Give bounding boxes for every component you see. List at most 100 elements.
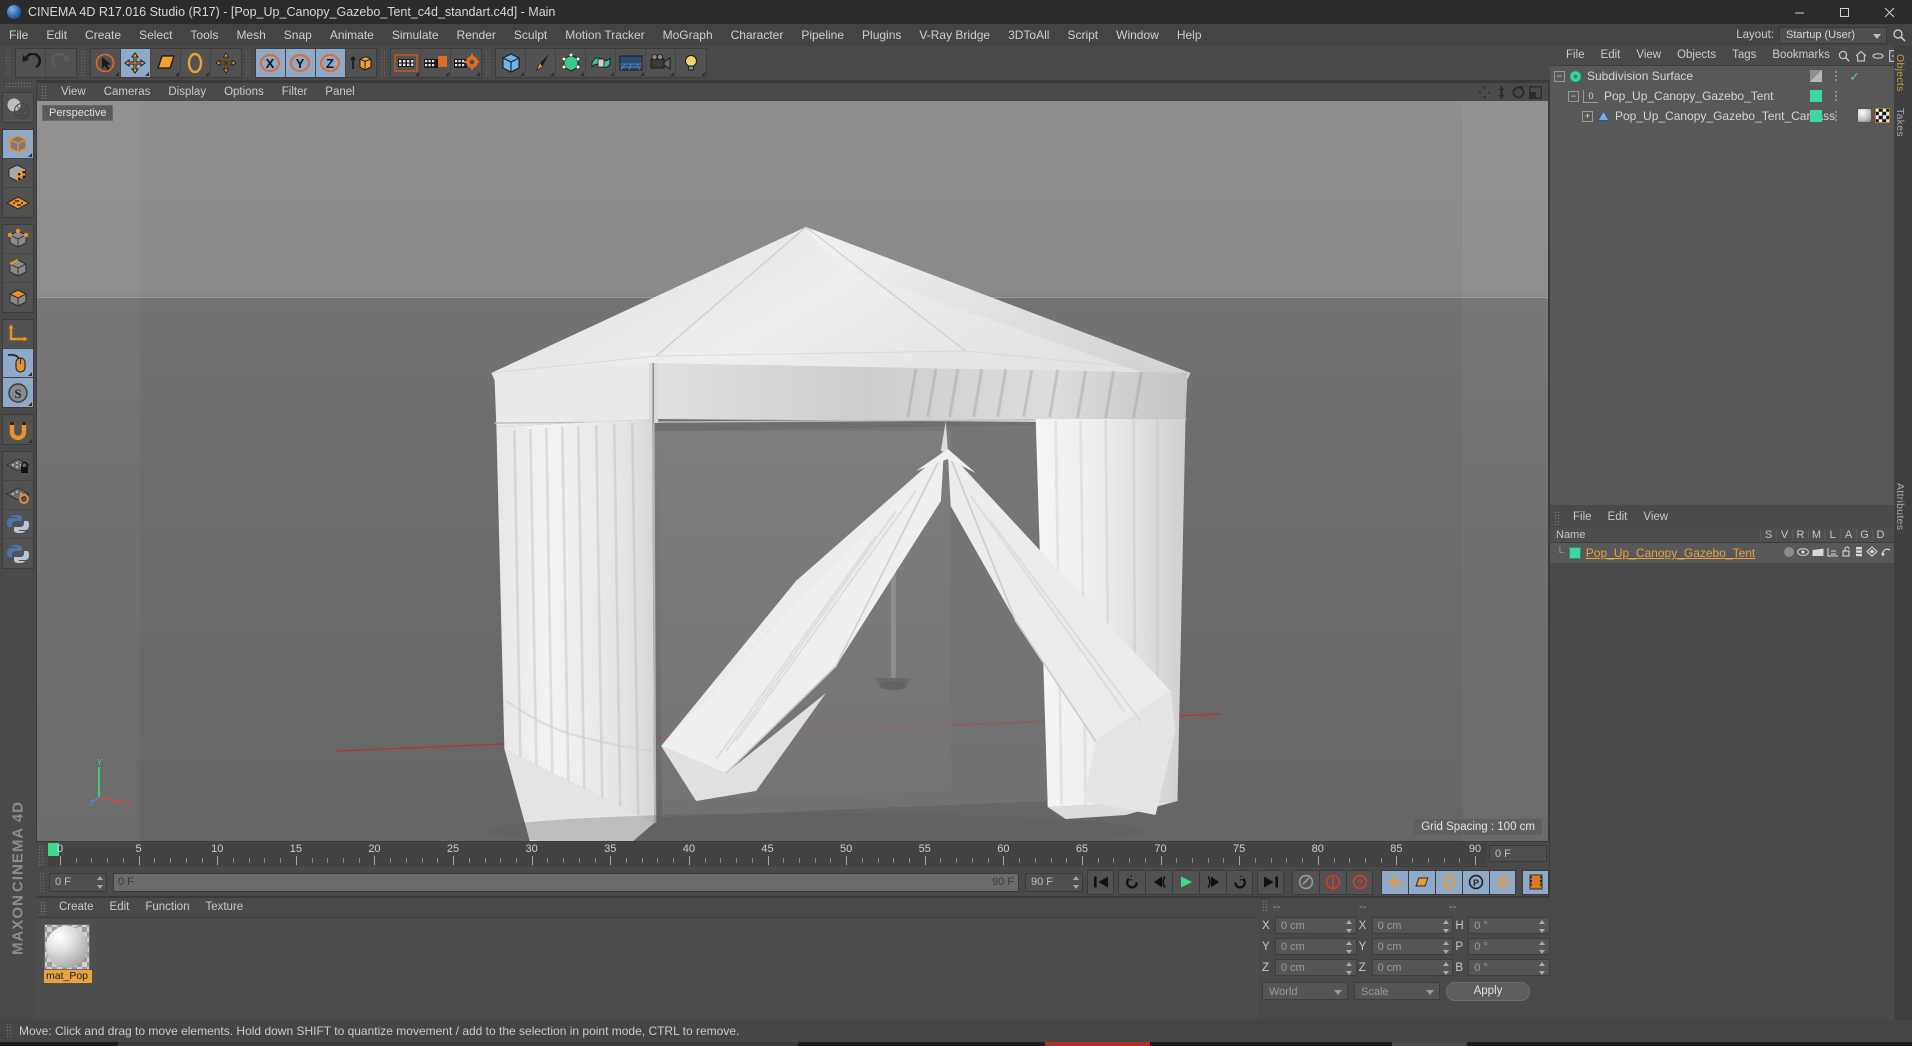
add-environment-button[interactable] — [616, 49, 646, 77]
position-x-field[interactable]: 0 cm — [1274, 917, 1357, 934]
object-dots-icon[interactable] — [1834, 70, 1838, 82]
rotate-tool[interactable] — [181, 49, 211, 77]
left-palette-grip[interactable] — [5, 82, 31, 89]
toolbar-grip-4[interactable] — [380, 50, 387, 76]
rotation-b-field[interactable]: 0 ° — [1468, 959, 1550, 976]
render-view-button[interactable] — [391, 49, 421, 77]
record-scale-button[interactable] — [1408, 869, 1435, 895]
add-camera-button[interactable] — [646, 49, 676, 77]
size-x-field[interactable]: 0 cm — [1371, 917, 1454, 934]
edge-mode-button[interactable] — [3, 254, 33, 283]
menu-item-help[interactable]: Help — [1168, 24, 1211, 46]
deformers-icon[interactable] — [1881, 546, 1891, 557]
polygon-mode-button[interactable] — [3, 283, 33, 312]
manager-icon[interactable] — [1827, 547, 1839, 557]
lock-y-axis[interactable]: Y — [286, 49, 316, 77]
timeline-grip[interactable] — [38, 845, 45, 865]
lock-x-axis[interactable]: X — [256, 49, 286, 77]
material-item[interactable]: mat_Pop — [44, 924, 92, 983]
maximize-button[interactable] — [1822, 0, 1867, 24]
model-mode-button[interactable] — [3, 130, 33, 159]
go-to-end-button[interactable] — [1257, 869, 1284, 895]
zoom-icon[interactable] — [1495, 85, 1508, 99]
menu-item-mesh[interactable]: Mesh — [227, 24, 274, 46]
redo-button[interactable] — [46, 49, 76, 77]
rotation-h-stepper[interactable] — [1539, 920, 1546, 933]
lock-open-icon[interactable] — [1842, 546, 1852, 557]
texture-mode-button[interactable] — [3, 159, 33, 188]
layermgr-menu-view[interactable]: View — [1635, 508, 1676, 527]
layermgr-menu-edit[interactable]: Edit — [1600, 508, 1636, 527]
undo-button[interactable] — [16, 49, 46, 77]
rail-tab-objects[interactable]: Objects — [1894, 46, 1906, 100]
enable-snapping-button[interactable]: S — [3, 378, 33, 407]
ellipse-icon[interactable] — [1872, 50, 1884, 62]
toolbar-grip-2[interactable] — [80, 50, 87, 76]
position-x-stepper[interactable] — [1346, 920, 1353, 933]
object-dots-icon[interactable] — [1834, 90, 1838, 102]
menu-item-render[interactable]: Render — [448, 24, 505, 46]
size-z-stepper[interactable] — [1442, 962, 1449, 975]
keyframe-selection-button[interactable]: ? — [1346, 869, 1373, 895]
transform-tool[interactable] — [211, 49, 241, 77]
step-forward-button[interactable] — [1199, 869, 1226, 895]
layermgr-menu-file[interactable]: File — [1565, 508, 1600, 527]
menu-item-script[interactable]: Script — [1058, 24, 1107, 46]
go-to-start-button[interactable] — [1087, 869, 1114, 895]
orbit-icon[interactable] — [1512, 85, 1525, 99]
object-dots-icon[interactable] — [1834, 110, 1838, 122]
position-y-field[interactable]: 0 cm — [1274, 938, 1357, 955]
objmgr-menu-edit[interactable]: Edit — [1593, 46, 1629, 65]
visibility-dots-icon[interactable] — [1810, 70, 1822, 82]
material-name[interactable]: mat_Pop — [44, 970, 92, 983]
object-row-canopy-tent-carcass[interactable]: + Pop_Up_Canopy_Gazebo_Tent_Carcass — [1550, 106, 1894, 126]
record-parameter-button[interactable]: P — [1462, 869, 1489, 895]
viewport-menu-display[interactable]: Display — [159, 83, 215, 101]
search-icon[interactable] — [1838, 50, 1850, 62]
menu-item-edit[interactable]: Edit — [37, 24, 76, 46]
lock-workplane-button[interactable] — [3, 452, 33, 481]
viewport-3d-canvas[interactable]: Perspective Grid Spacing : 100 cm Y X Z — [37, 101, 1548, 841]
record-active-objects-button[interactable] — [1292, 869, 1319, 895]
rotation-b-stepper[interactable] — [1539, 962, 1546, 975]
make-editable-button[interactable] — [3, 93, 33, 122]
position-z-stepper[interactable] — [1346, 962, 1353, 975]
render-to-picture-viewer-button[interactable] — [421, 49, 451, 77]
menu-item-pipeline[interactable]: Pipeline — [792, 24, 853, 46]
start-frame-field[interactable]: 0 F — [49, 872, 107, 892]
toolbar-grip-3[interactable] — [245, 50, 252, 76]
timeline-track[interactable]: 0 5 10 15 20 25 30 35 40 45 50 55 60 65 70 75 80 85 90 — [48, 843, 1487, 867]
menu-item-create[interactable]: Create — [76, 24, 130, 46]
lock-z-axis[interactable]: Z — [316, 49, 346, 77]
edit-render-settings-button[interactable] — [451, 49, 481, 77]
workplane-mode-button[interactable] — [3, 188, 33, 217]
apply-button[interactable]: Apply — [1446, 981, 1530, 1001]
play-backwards-loop-button[interactable] — [1118, 869, 1145, 895]
record-rotation-button[interactable] — [1435, 869, 1462, 895]
viewport-camera-label[interactable]: Perspective — [42, 105, 114, 121]
object-manager-list[interactable]: − Subdivision Surface ✓ − 0 Pop_Up_Canop… — [1550, 65, 1894, 505]
size-y-field[interactable]: 0 cm — [1371, 938, 1454, 955]
generators-icon[interactable] — [1866, 546, 1878, 557]
object-color-swatch[interactable] — [1810, 90, 1822, 102]
matmgr-menu-function[interactable]: Function — [137, 898, 197, 917]
play-button[interactable] — [1172, 869, 1199, 895]
menu-item-motion-tracker[interactable]: Motion Tracker — [556, 24, 653, 46]
add-cube-button[interactable] — [496, 49, 526, 77]
planar-workplane-button[interactable] — [3, 481, 33, 510]
canopy-tent-model[interactable] — [37, 101, 1548, 841]
expander-minus-icon[interactable]: − — [1554, 70, 1565, 82]
point-mode-button[interactable] — [3, 225, 33, 254]
live-selection-tool[interactable] — [91, 49, 121, 77]
object-axis-mode-button[interactable] — [3, 320, 33, 349]
layer-col-m[interactable]: M — [1808, 528, 1824, 541]
matmgr-menu-create[interactable]: Create — [51, 898, 102, 917]
viewport-solo-button[interactable] — [3, 349, 33, 378]
pan-icon[interactable] — [1478, 85, 1491, 99]
size-x-stepper[interactable] — [1442, 920, 1449, 933]
rail-tab-takes[interactable]: Takes — [1894, 100, 1906, 145]
object-color-swatch-2[interactable] — [1810, 110, 1822, 122]
coordinates-grip[interactable] — [1262, 900, 1269, 913]
add-generator-button[interactable] — [556, 49, 586, 77]
material-tag-icon[interactable] — [1857, 108, 1872, 123]
